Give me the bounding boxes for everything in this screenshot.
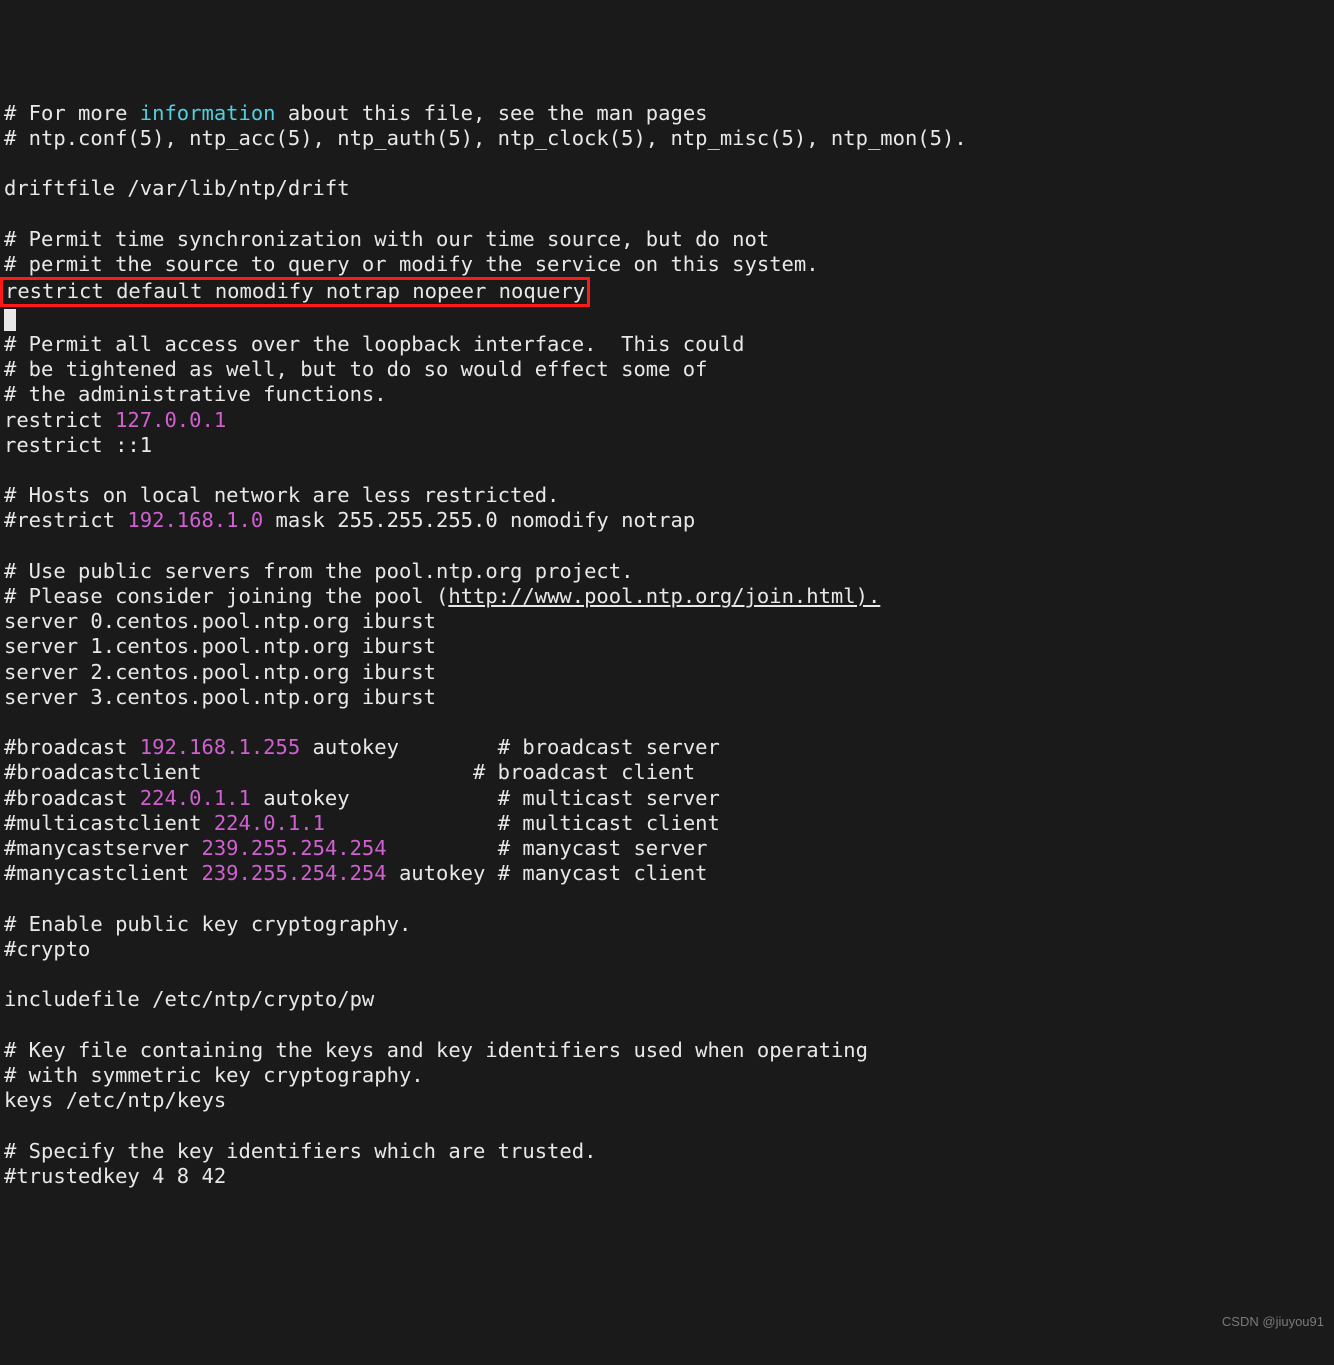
- watermark: CSDN @jiuyou91: [1222, 1314, 1324, 1330]
- term-line: #crypto: [4, 937, 90, 961]
- term-line: restrict default nomodify notrap nopeer …: [5, 279, 585, 303]
- term-line: # Please consider joining the pool (http…: [4, 584, 880, 608]
- term-line: # the administrative functions.: [4, 382, 387, 406]
- ip-address: 224.0.1.1: [214, 811, 325, 835]
- term-line: #restrict 192.168.1.0 mask 255.255.255.0…: [4, 508, 695, 532]
- ip-address: 239.255.254.254: [201, 861, 386, 885]
- term-line: #trustedkey 4 8 42: [4, 1164, 226, 1188]
- term-line: # Use public servers from the pool.ntp.o…: [4, 559, 633, 583]
- term-line: # permit the source to query or modify t…: [4, 252, 819, 276]
- ip-address: 192.168.1.0: [127, 508, 263, 532]
- term-line: server 0.centos.pool.ntp.org iburst: [4, 609, 436, 633]
- term-line: restrict 127.0.0.1: [4, 408, 226, 432]
- cursor: [4, 309, 16, 331]
- terminal-view[interactable]: # For more information about this file, …: [4, 101, 1330, 1189]
- highlighted-word: information: [140, 101, 276, 125]
- term-line: includefile /etc/ntp/crypto/pw: [4, 987, 374, 1011]
- term-line: keys /etc/ntp/keys: [4, 1088, 226, 1112]
- term-line: # ntp.conf(5), ntp_acc(5), ntp_auth(5), …: [4, 126, 967, 150]
- ip-address: 127.0.0.1: [115, 408, 226, 432]
- term-line: #manycastclient 239.255.254.254 autokey …: [4, 861, 708, 885]
- term-line: #multicastclient 224.0.1.1 # multicast c…: [4, 811, 720, 835]
- url-link: http://www.pool.ntp.org/join.html).: [448, 584, 880, 608]
- term-line: #broadcast 224.0.1.1 autokey # multicast…: [4, 786, 720, 810]
- term-line: # Permit all access over the loopback in…: [4, 332, 745, 356]
- term-line: restrict ::1: [4, 433, 152, 457]
- term-line: # with symmetric key cryptography.: [4, 1063, 424, 1087]
- term-line: # Specify the key identifiers which are …: [4, 1139, 596, 1163]
- term-line: # Key file containing the keys and key i…: [4, 1038, 868, 1062]
- ip-address: 239.255.254.254: [201, 836, 386, 860]
- term-line: #manycastserver 239.255.254.254 # manyca…: [4, 836, 708, 860]
- term-line: server 2.centos.pool.ntp.org iburst: [4, 660, 436, 684]
- term-line: server 3.centos.pool.ntp.org iburst: [4, 685, 436, 709]
- term-line: # be tightened as well, but to do so wou…: [4, 357, 708, 381]
- term-line: # For more information about this file, …: [4, 101, 708, 125]
- term-line: server 1.centos.pool.ntp.org iburst: [4, 634, 436, 658]
- annotation-highlight: restrict default nomodify notrap nopeer …: [0, 277, 590, 307]
- term-line: #broadcast 192.168.1.255 autokey # broad…: [4, 735, 720, 759]
- term-line: driftfile /var/lib/ntp/drift: [4, 176, 350, 200]
- ip-address: 224.0.1.1: [140, 786, 251, 810]
- term-line: # Permit time synchronization with our t…: [4, 227, 769, 251]
- ip-address: 192.168.1.255: [140, 735, 300, 759]
- term-line: # Enable public key cryptography.: [4, 912, 411, 936]
- term-line: # Hosts on local network are less restri…: [4, 483, 559, 507]
- term-line: #broadcastclient # broadcast client: [4, 760, 695, 784]
